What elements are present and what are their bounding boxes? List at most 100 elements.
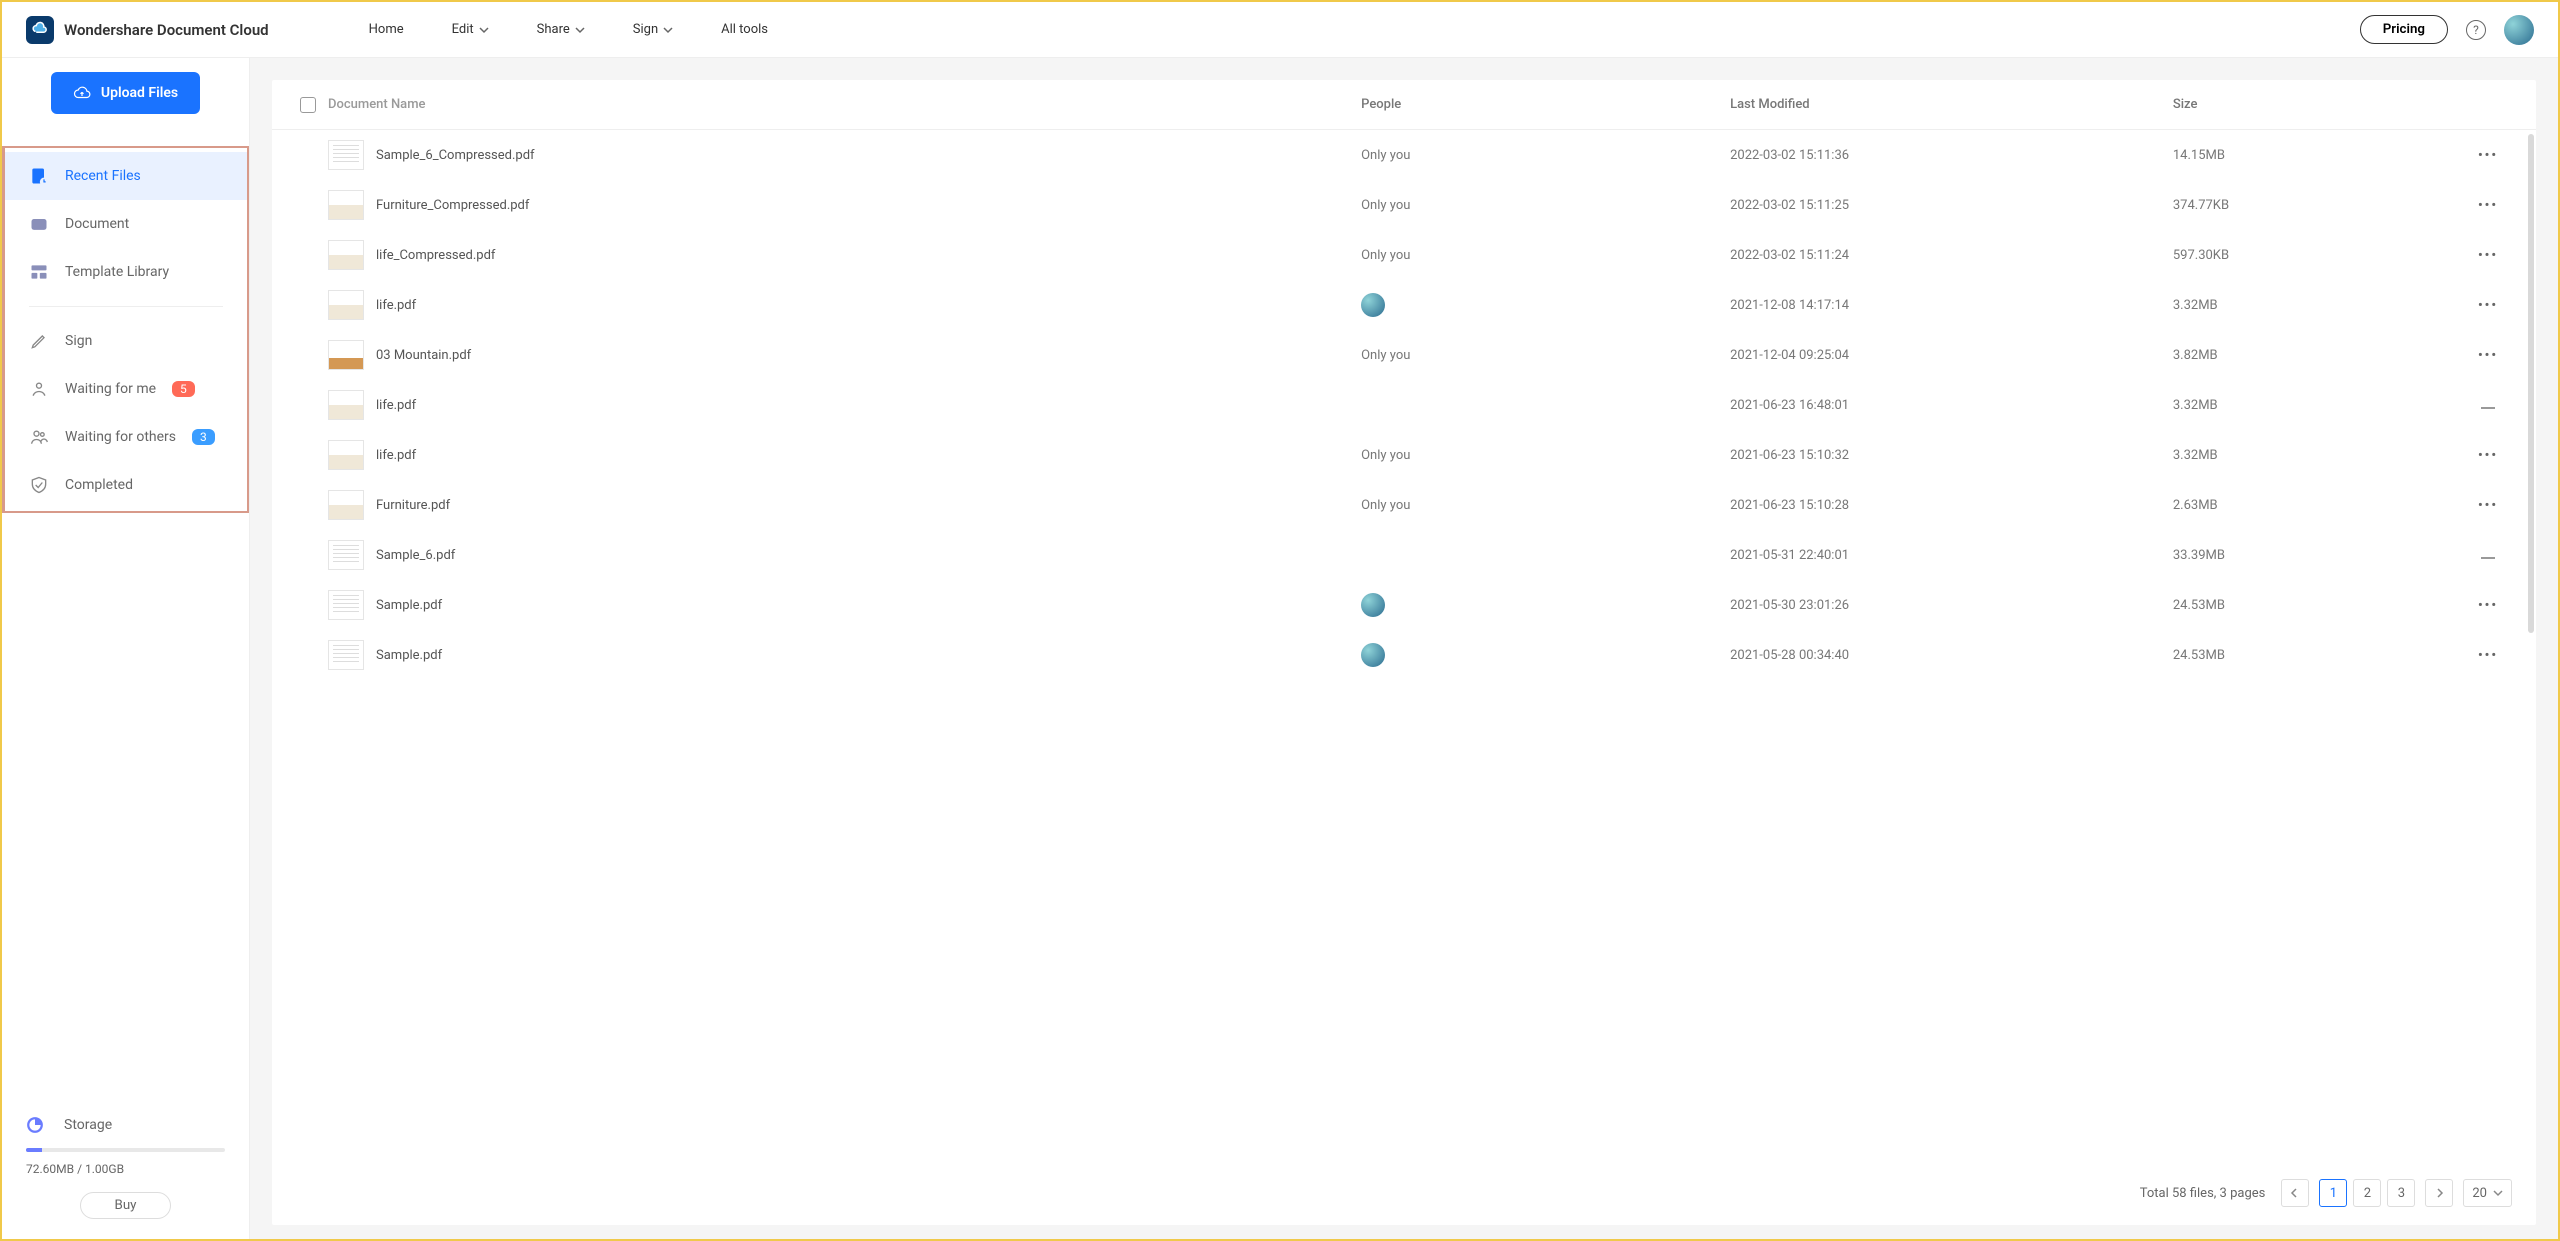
- file-people: Only you: [1361, 498, 1730, 513]
- more-icon: •••: [2478, 448, 2498, 463]
- sidebar-item-document[interactable]: Document: [5, 200, 247, 248]
- pager-prev[interactable]: [2281, 1179, 2309, 1207]
- people-icon: [29, 427, 49, 447]
- row-actions[interactable]: •••: [2468, 198, 2508, 213]
- pricing-button[interactable]: Pricing: [2360, 15, 2448, 44]
- file-recent-icon: [29, 166, 49, 186]
- brand[interactable]: Wondershare Document Cloud: [26, 16, 269, 44]
- col-name[interactable]: Document Name: [328, 97, 1361, 112]
- file-size: 3.82MB: [2173, 348, 2468, 363]
- shield-check-icon: [29, 475, 49, 495]
- pager-next[interactable]: [2425, 1179, 2453, 1207]
- table-row[interactable]: Furniture_Compressed.pdfOnly you2022-03-…: [272, 180, 2536, 230]
- table-row[interactable]: Furniture.pdfOnly you2021-06-23 15:10:28…: [272, 480, 2536, 530]
- nav-home[interactable]: Home: [369, 22, 404, 37]
- row-actions[interactable]: •••: [2468, 648, 2508, 663]
- nav-share-label: Share: [537, 22, 570, 37]
- row-actions[interactable]: •••: [2468, 248, 2508, 263]
- row-actions[interactable]: •••: [2468, 148, 2508, 163]
- file-thumbnail-icon: [328, 440, 364, 470]
- table-row[interactable]: life_Compressed.pdfOnly you2022-03-02 15…: [272, 230, 2536, 280]
- pager-page-1[interactable]: 1: [2319, 1179, 2347, 1207]
- file-people: Only you: [1361, 448, 1730, 463]
- nav-edit[interactable]: Edit: [452, 22, 489, 37]
- shared-avatar-icon: [1361, 293, 1385, 317]
- row-actions[interactable]: [2468, 548, 2508, 563]
- more-icon: •••: [2478, 148, 2498, 163]
- col-people[interactable]: People: [1361, 97, 1730, 112]
- folder-icon: [29, 214, 49, 234]
- sidebar-item-recent-files[interactable]: Recent Files: [5, 152, 247, 200]
- select-all-checkbox[interactable]: [300, 97, 316, 113]
- file-thumbnail-icon: [328, 540, 364, 570]
- file-name: 03 Mountain.pdf: [376, 348, 471, 363]
- table-row[interactable]: Sample_6_Compressed.pdfOnly you2022-03-0…: [272, 130, 2536, 180]
- pager-page-3[interactable]: 3: [2387, 1179, 2415, 1207]
- table-row[interactable]: Sample.pdf2021-05-28 00:34:4024.53MB•••: [272, 630, 2536, 680]
- user-avatar[interactable]: [2504, 15, 2534, 45]
- file-people: [1361, 593, 1730, 617]
- nav-all-tools[interactable]: All tools: [721, 22, 768, 37]
- file-size: 24.53MB: [2173, 598, 2468, 613]
- nav-sign[interactable]: Sign: [633, 22, 673, 37]
- sidebar-item-completed[interactable]: Completed: [5, 461, 247, 509]
- file-modified: 2021-12-04 09:25:04: [1730, 348, 2173, 363]
- file-thumbnail-icon: [328, 140, 364, 170]
- col-size[interactable]: Size: [2173, 97, 2468, 112]
- scrollbar-thumb[interactable]: [2528, 134, 2534, 633]
- chevron-right-icon: [2434, 1188, 2444, 1198]
- file-modified: 2021-05-31 22:40:01: [1730, 548, 2173, 563]
- sidebar-item-waiting-for-me[interactable]: Waiting for me 5: [5, 365, 247, 413]
- row-actions[interactable]: •••: [2468, 298, 2508, 313]
- pager-per-page[interactable]: 20: [2463, 1179, 2512, 1207]
- col-modified[interactable]: Last Modified: [1730, 97, 2173, 112]
- help-icon[interactable]: ?: [2466, 20, 2486, 40]
- file-size: 3.32MB: [2173, 398, 2468, 413]
- dash-icon: [2481, 557, 2495, 559]
- file-people: Only you: [1361, 248, 1730, 263]
- buy-button[interactable]: Buy: [80, 1192, 172, 1219]
- sidebar-item-sign[interactable]: Sign: [5, 317, 247, 365]
- nav-edit-label: Edit: [452, 22, 474, 37]
- row-actions[interactable]: •••: [2468, 348, 2508, 363]
- row-actions[interactable]: •••: [2468, 448, 2508, 463]
- row-actions[interactable]: •••: [2468, 598, 2508, 613]
- file-table: Document Name People Last Modified Size …: [272, 80, 2536, 1169]
- file-people: Only you: [1361, 348, 1730, 363]
- file-thumbnail-icon: [328, 340, 364, 370]
- top-header: Wondershare Document Cloud Home Edit Sha…: [2, 2, 2558, 58]
- file-size: 14.15MB: [2173, 148, 2468, 163]
- sidebar-sign-label: Sign: [65, 333, 92, 349]
- chevron-down-icon: [2493, 1188, 2503, 1198]
- sidebar-document-label: Document: [65, 216, 129, 232]
- upload-files-button[interactable]: Upload Files: [51, 72, 200, 114]
- person-icon: [29, 379, 49, 399]
- table-row[interactable]: life.pdfOnly you2021-06-23 15:10:323.32M…: [272, 430, 2536, 480]
- file-modified: 2022-03-02 15:11:36: [1730, 148, 2173, 163]
- row-actions[interactable]: [2468, 398, 2508, 413]
- file-name: life.pdf: [376, 448, 416, 463]
- badge-waiting-me: 5: [172, 381, 195, 397]
- file-thumbnail-icon: [328, 490, 364, 520]
- table-row[interactable]: life.pdf2021-12-08 14:17:143.32MB•••: [272, 280, 2536, 330]
- table-row[interactable]: 03 Mountain.pdf Only you2021-12-04 09:25:…: [272, 330, 2536, 380]
- pager-page-2[interactable]: 2: [2353, 1179, 2381, 1207]
- pen-icon: [29, 331, 49, 351]
- table-row[interactable]: Sample.pdf2021-05-30 23:01:2624.53MB•••: [272, 580, 2536, 630]
- nav-share[interactable]: Share: [537, 22, 585, 37]
- file-modified: 2021-06-23 15:10:32: [1730, 448, 2173, 463]
- row-actions[interactable]: •••: [2468, 498, 2508, 513]
- more-icon: •••: [2478, 648, 2498, 663]
- file-people: [1361, 643, 1730, 667]
- file-size: 374.77KB: [2173, 198, 2468, 213]
- sidebar-item-waiting-for-others[interactable]: Waiting for others 3: [5, 413, 247, 461]
- storage-label: Storage: [64, 1117, 112, 1133]
- sidebar-item-template-library[interactable]: Template Library: [5, 248, 247, 296]
- badge-waiting-others: 3: [192, 429, 215, 445]
- chevron-left-icon: [2290, 1188, 2300, 1198]
- pie-chart-icon: [26, 1116, 44, 1134]
- table-row[interactable]: life.pdf2021-06-23 16:48:013.32MB: [272, 380, 2536, 430]
- nav-home-label: Home: [369, 22, 404, 37]
- chevron-down-icon: [479, 25, 489, 35]
- table-row[interactable]: Sample_6.pdf2021-05-31 22:40:0133.39MB: [272, 530, 2536, 580]
